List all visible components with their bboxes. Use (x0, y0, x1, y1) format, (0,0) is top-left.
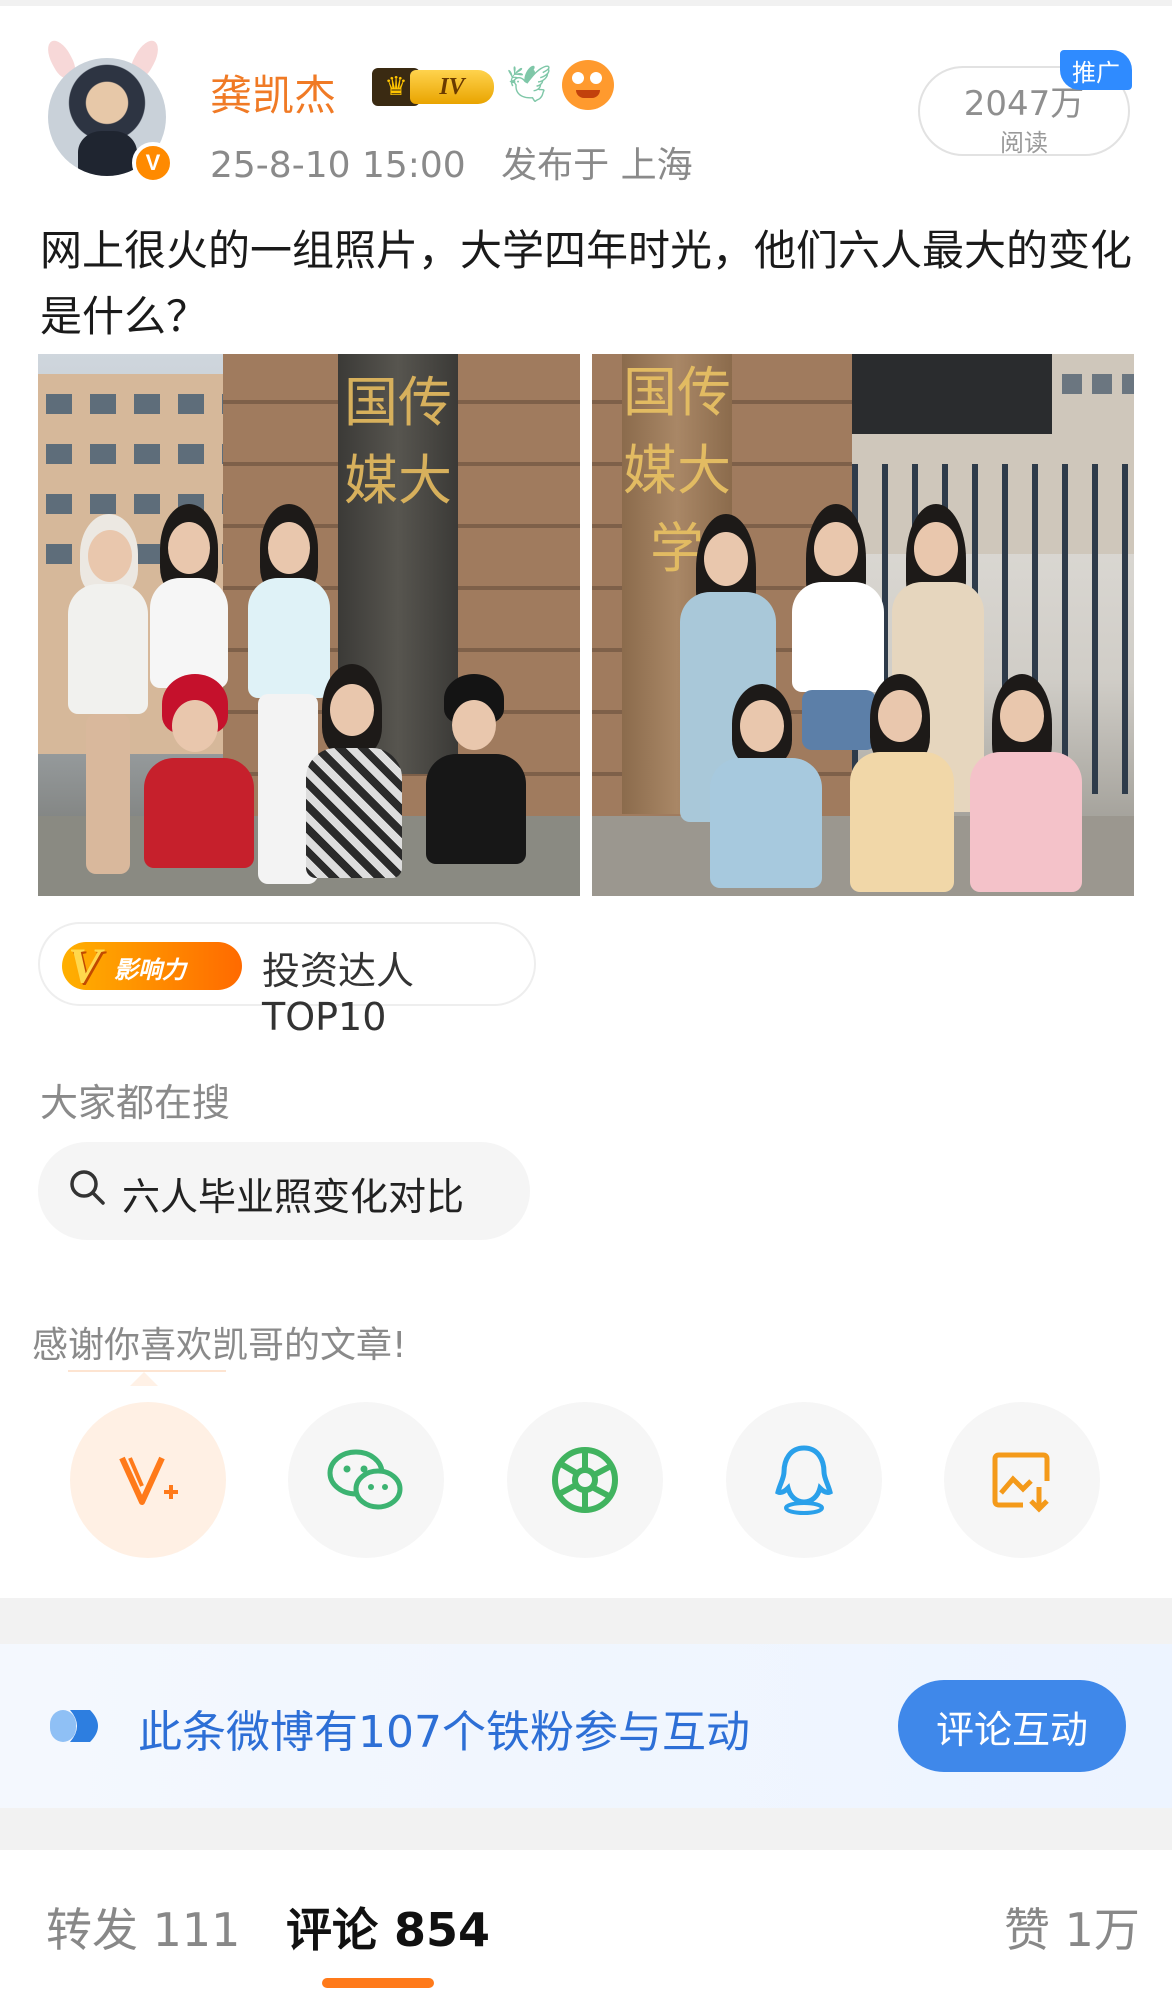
person-figure (138, 674, 258, 896)
trending-search-chip[interactable]: 六人毕业照变化对比 (38, 1142, 530, 1240)
post-location: 发布于 上海 (501, 145, 693, 186)
tab-repost[interactable]: 转发 111 (46, 1894, 240, 1960)
section-divider (0, 1598, 1172, 1644)
read-label: 阅读 (1000, 129, 1048, 157)
wechat-share-button[interactable] (288, 1402, 444, 1558)
save-image-button[interactable] (944, 1402, 1100, 1558)
level-label: IV (410, 70, 494, 104)
promo-badge: 推广 (1060, 50, 1132, 90)
trending-search-title: 大家都在搜 (40, 1081, 231, 1125)
save-image-icon (992, 1452, 1050, 1513)
moments-share-button[interactable] (507, 1402, 663, 1558)
person-figure (962, 674, 1092, 896)
person-figure (298, 664, 408, 896)
dove-badge-icon[interactable]: 🕊 (504, 62, 554, 108)
fish-badge-icon[interactable] (562, 60, 614, 110)
post-photo-1[interactable]: 国传媒大 (38, 354, 580, 896)
person-figure (418, 674, 538, 896)
post-photo-2[interactable]: 国传媒大学 (592, 354, 1134, 896)
qq-icon (775, 1445, 833, 1515)
thanks-message: 感谢你喜欢凯哥的文章! (32, 1325, 407, 1366)
plaque-calligraphy: 国传媒大 (344, 371, 452, 512)
tab-comment[interactable]: 评论 854 (286, 1894, 490, 1960)
led-screen (852, 354, 1052, 434)
author-name[interactable]: 龚凯杰 (210, 62, 336, 123)
post-time: 25-8-10 15:00 (210, 145, 466, 186)
moments-icon (552, 1447, 618, 1513)
iron-fans-banner[interactable]: 此条微博有107个铁粉参与互动 评论互动 (0, 1644, 1172, 1808)
member-level-badge[interactable]: ♛ IV (372, 64, 494, 108)
influence-badge-text: 影响力 (114, 956, 186, 984)
verified-badge-icon: V (132, 142, 174, 184)
tab-like[interactable]: 赞 1万 (1004, 1894, 1140, 1960)
iron-fans-text: 此条微博有107个铁粉参与互动 (138, 1707, 750, 1758)
top-divider (0, 0, 1172, 6)
trending-search-query: 六人毕业照变化对比 (122, 1175, 465, 1219)
wechat-icon (327, 1449, 403, 1510)
qq-share-button[interactable] (726, 1402, 882, 1558)
double-chevron-icon (50, 1710, 98, 1742)
pointer-arrow (130, 1372, 158, 1386)
author-avatar[interactable]: V (36, 32, 174, 184)
post-text: 网上很火的一组照片，大学四年时光，他们六人最大的变化是什么？ (40, 226, 1133, 341)
person-figure (842, 674, 962, 896)
influence-badge-icon: V 影响力 (62, 937, 242, 993)
post-meta: 25-8-10 15:00 发布于 上海 (210, 136, 717, 188)
comment-interact-button[interactable]: 评论互动 (898, 1680, 1126, 1772)
section-divider (0, 1808, 1172, 1850)
influence-label: 投资达人TOP10 (262, 949, 415, 1039)
influence-tag[interactable]: V 影响力 投资达人TOP10 (38, 922, 536, 1039)
person-figure (702, 684, 832, 896)
v-plus-button[interactable] (70, 1402, 226, 1558)
active-tab-indicator (322, 1978, 434, 1988)
v-plus-icon (119, 1456, 178, 1505)
search-icon (70, 1170, 105, 1205)
share-row (0, 1402, 1172, 1558)
interaction-tabs: 转发 111 评论 854 赞 1万 (0, 1850, 1172, 2012)
